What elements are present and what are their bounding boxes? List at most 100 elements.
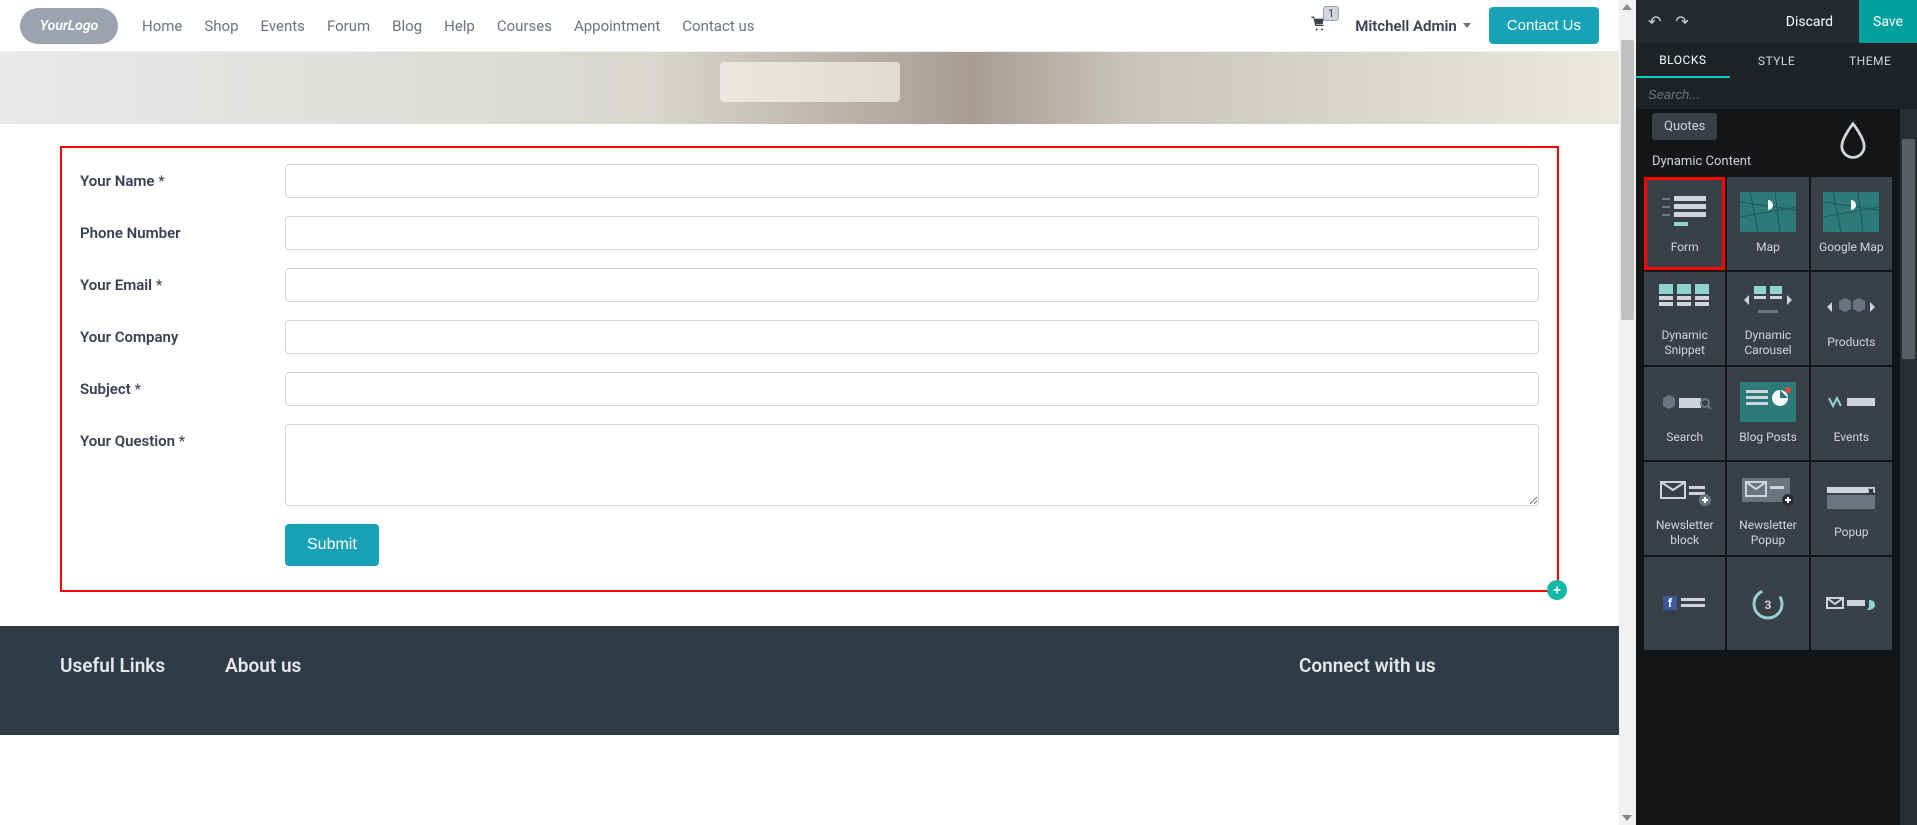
block-form[interactable]: Form [1644,177,1725,270]
dcar-icon [1740,280,1796,320]
prod-icon [1823,287,1879,327]
footer-heading: Connect with us [1299,654,1559,677]
search-icon [1657,382,1713,422]
blocks-panel: Quotes Dynamic Content FormMapGoogle Map… [1636,109,1900,825]
form-field-your-question[interactable] [285,424,1539,506]
quotes-block-chip[interactable]: Quotes [1652,113,1717,140]
main-nav: Home Shop Events Forum Blog Help Courses… [142,17,1309,35]
scroll-thumb[interactable] [1621,40,1634,320]
block-fb[interactable]: f [1644,557,1725,650]
save-button[interactable]: Save [1859,0,1917,43]
form-label: Your Company [80,320,285,346]
nav-home[interactable]: Home [142,17,182,35]
block-google-map[interactable]: Google Map [1811,177,1892,270]
resize-handle[interactable] [1547,580,1567,600]
form-field-your-email[interactable] [285,268,1539,302]
nav-contactus[interactable]: Contact us [682,17,754,35]
form-label: Your Question * [80,424,285,450]
footer: Useful Links About us Connect with us [0,626,1619,735]
search-input[interactable] [1648,87,1905,102]
form-icon [1657,192,1713,232]
block-label: Map [1752,240,1784,254]
tab-theme[interactable]: THEME [1823,43,1917,78]
social-icon [1823,584,1879,624]
block-label: Blog Posts [1735,430,1801,444]
form-field-your-company[interactable] [285,320,1539,354]
tab-blocks[interactable]: BLOCKS [1636,43,1730,78]
form-label: Subject * [80,372,285,398]
footer-connect: Connect with us [1299,654,1559,695]
editor-sidebar: ↶ ↷ Discard Save BLOCKS STYLE THEME Quot… [1636,0,1917,825]
popup-icon [1823,477,1879,517]
dsnip-icon [1657,280,1713,320]
editor-search [1636,78,1917,109]
block-label: Popup [1830,525,1872,539]
nav-appointment[interactable]: Appointment [574,17,660,35]
nav-courses[interactable]: Courses [497,17,552,35]
block-dynamic-snippet[interactable]: Dynamic Snippet [1644,272,1725,365]
block-map[interactable]: Map [1727,177,1808,270]
newspop-icon [1740,470,1796,510]
nav-help[interactable]: Help [444,17,475,35]
map-icon [1740,192,1796,232]
scroll-thumb[interactable] [1902,139,1915,359]
nav-events[interactable]: Events [261,17,305,35]
submit-button[interactable]: Submit [285,524,379,566]
form-label: Phone Number [80,216,285,242]
hero-image [0,52,1619,124]
tab-style[interactable]: STYLE [1730,43,1824,78]
events-icon [1823,382,1879,422]
caret-down-icon [1463,23,1471,28]
drop-icon [1836,121,1870,163]
main-scrollbar[interactable] [1619,0,1636,825]
block-newsletter-block[interactable]: Newsletter block [1644,462,1725,555]
block-label: Events [1830,430,1874,444]
form-field-phone-number[interactable] [285,216,1539,250]
logo[interactable]: YourLogo [20,8,118,44]
block-countdown[interactable]: 3 [1727,557,1808,650]
editor-topbar: ↶ ↷ Discard Save [1636,0,1917,43]
blog-icon [1740,382,1796,422]
footer-useful-links: Useful Links [60,654,165,695]
nav-forum[interactable]: Forum [327,17,370,35]
website-preview: YourLogo Home Shop Events Forum Blog Hel… [0,0,1619,825]
block-products[interactable]: Products [1811,272,1892,365]
block-search[interactable]: Search [1644,367,1725,460]
block-label: Search [1662,430,1707,444]
discard-button[interactable]: Discard [1786,14,1833,30]
form-field-subject[interactable] [285,372,1539,406]
svg-text:3: 3 [1765,598,1772,612]
block-social[interactable] [1811,557,1892,650]
nav-blog[interactable]: Blog [392,17,422,35]
editor-tabs: BLOCKS STYLE THEME [1636,43,1917,78]
block-blog-posts[interactable]: Blog Posts [1727,367,1808,460]
block-label: Dynamic Carousel [1727,328,1808,357]
footer-heading: About us [225,654,1039,677]
cart-badge: 1 [1323,6,1339,21]
undo-button[interactable]: ↶ [1648,12,1661,31]
redo-button[interactable]: ↷ [1675,12,1688,31]
form-field-your-name[interactable] [285,164,1539,198]
nav-shop[interactable]: Shop [204,17,238,35]
block-events[interactable]: Events [1811,367,1892,460]
block-label: Form [1667,240,1703,254]
form-block-selection[interactable]: Your Name * Phone Number Your Email * Your … [60,146,1559,592]
contact-us-button[interactable]: Contact Us [1489,7,1599,44]
block-label: Google Map [1815,240,1888,254]
user-menu[interactable]: Mitchell Admin [1355,17,1471,35]
block-newsletter-popup[interactable]: Newsletter Popup [1727,462,1808,555]
footer-heading: Useful Links [60,654,165,677]
fb-icon: f [1657,584,1713,624]
sidebar-scrollbar[interactable] [1900,109,1917,825]
cart-button[interactable]: 1 [1309,16,1327,36]
block-dynamic-carousel[interactable]: Dynamic Carousel [1727,272,1808,365]
news-icon [1657,470,1713,510]
block-popup[interactable]: Popup [1811,462,1892,555]
svg-text:f: f [1668,596,1673,610]
form-label: Your Name * [80,164,285,190]
form-label: Your Email * [80,268,285,294]
countdown-icon: 3 [1740,584,1796,624]
gmap-icon [1823,192,1879,232]
block-label: Dynamic Snippet [1644,328,1725,357]
block-label: Newsletter block [1644,518,1725,547]
